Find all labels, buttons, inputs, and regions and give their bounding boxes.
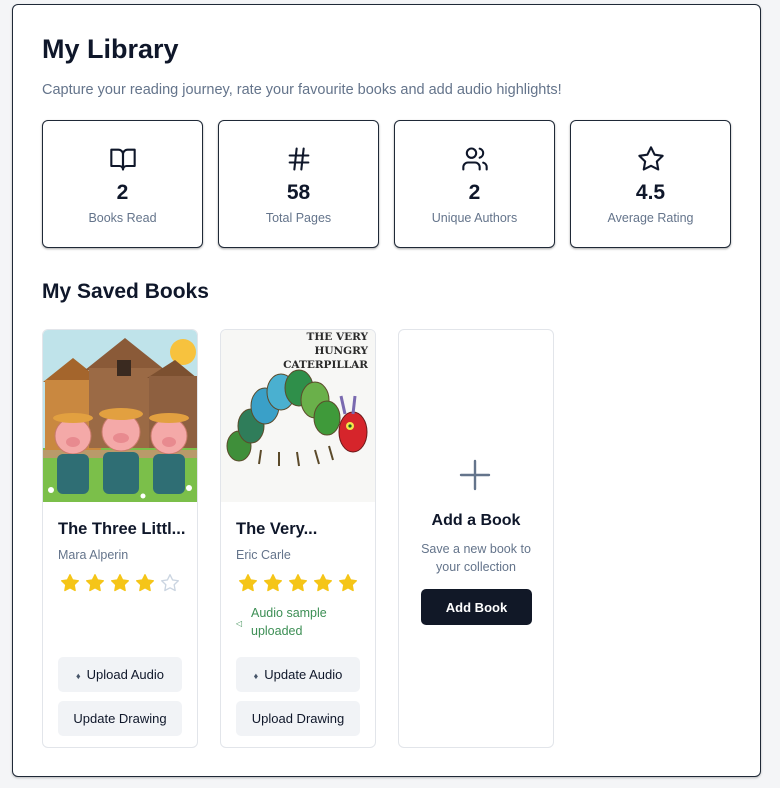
book-title[interactable]: The Very... xyxy=(236,520,364,539)
page-subtitle: Capture your reading journey, rate your … xyxy=(42,82,562,98)
section-title: My Saved Books xyxy=(42,280,209,303)
stat-value: 2 xyxy=(468,181,481,204)
add-book-card[interactable]: Add a Book Save a new book to your colle… xyxy=(398,329,554,748)
upload-audio-button[interactable]: ♦ Upload Audio xyxy=(58,657,182,692)
stat-label: Total Pages xyxy=(265,211,332,225)
open-book-icon xyxy=(43,145,202,173)
star-filled-icon[interactable] xyxy=(60,573,80,593)
star-icon xyxy=(571,145,730,173)
button-label: Update Drawing xyxy=(73,711,167,726)
stat-card-average-rating: 4.5 Average Rating xyxy=(570,120,731,248)
users-icon xyxy=(395,145,554,173)
star-filled-icon[interactable] xyxy=(288,573,308,593)
stat-label: Average Rating xyxy=(607,211,694,225)
star-filled-icon[interactable] xyxy=(263,573,283,593)
page-title: My Library xyxy=(42,34,179,64)
upload-drawing-button[interactable]: Upload Drawing xyxy=(236,701,360,736)
button-label: Update Audio xyxy=(264,667,343,682)
library-panel: My Library Capture your reading journey,… xyxy=(12,4,761,777)
book-author: Mara Alperin xyxy=(58,548,129,562)
book-author: Eric Carle xyxy=(236,548,291,562)
hash-icon xyxy=(219,145,378,173)
book-card[interactable]: THE VERY HUNGRY CATERPILLAR The Very... … xyxy=(220,329,376,748)
stat-card-books-read: 2 Books Read xyxy=(42,120,203,248)
star-filled-icon[interactable] xyxy=(338,573,358,593)
star-filled-icon[interactable] xyxy=(85,573,105,593)
stat-label: Books Read xyxy=(88,211,157,225)
button-label: Upload Drawing xyxy=(251,711,345,726)
stat-value: 58 xyxy=(286,181,311,204)
stat-value: 2 xyxy=(116,181,129,204)
audio-icon: ♦ xyxy=(253,671,259,681)
stat-card-unique-authors: 2 Unique Authors xyxy=(394,120,555,248)
audio-status-text: Audio sample uploaded xyxy=(251,606,327,638)
hungry-caterpillar-illustration: THE VERY HUNGRY CATERPILLAR xyxy=(221,330,375,502)
plus-icon xyxy=(458,458,492,492)
book-card[interactable]: The Three Littl... Mara Alperin ♦ Upload … xyxy=(42,329,198,748)
update-drawing-button[interactable]: Update Drawing xyxy=(58,701,182,736)
book-title[interactable]: The Three Littl... xyxy=(58,520,186,539)
audio-status: ◁ Audio sample uploaded xyxy=(236,604,364,640)
star-filled-icon[interactable] xyxy=(238,573,258,593)
star-filled-icon[interactable] xyxy=(313,573,333,593)
star-rating[interactable] xyxy=(238,573,358,593)
add-book-description: Save a new book to your collection xyxy=(421,542,531,574)
star-filled-icon[interactable] xyxy=(135,573,155,593)
star-filled-icon[interactable] xyxy=(110,573,130,593)
audio-icon: ♦ xyxy=(76,671,81,681)
star-empty-icon[interactable] xyxy=(160,573,180,593)
stat-card-total-pages: 58 Total Pages xyxy=(218,120,379,248)
speaker-icon: ◁ xyxy=(236,619,243,628)
cover-title-line: THE VERY xyxy=(307,331,369,343)
star-rating[interactable] xyxy=(60,573,180,593)
add-book-button[interactable]: Add Book xyxy=(421,589,532,625)
update-audio-button[interactable]: ♦ Update Audio xyxy=(236,657,360,692)
cover-title-line: HUNGRY xyxy=(314,345,368,357)
three-little-pigs-illustration xyxy=(43,330,197,502)
stat-label: Unique Authors xyxy=(431,211,518,225)
stat-value: 4.5 xyxy=(635,181,666,204)
cover-title-line: CATERPILLAR xyxy=(283,359,368,371)
add-book-title: Add a Book xyxy=(431,512,521,529)
button-label: Upload Audio xyxy=(86,667,164,682)
